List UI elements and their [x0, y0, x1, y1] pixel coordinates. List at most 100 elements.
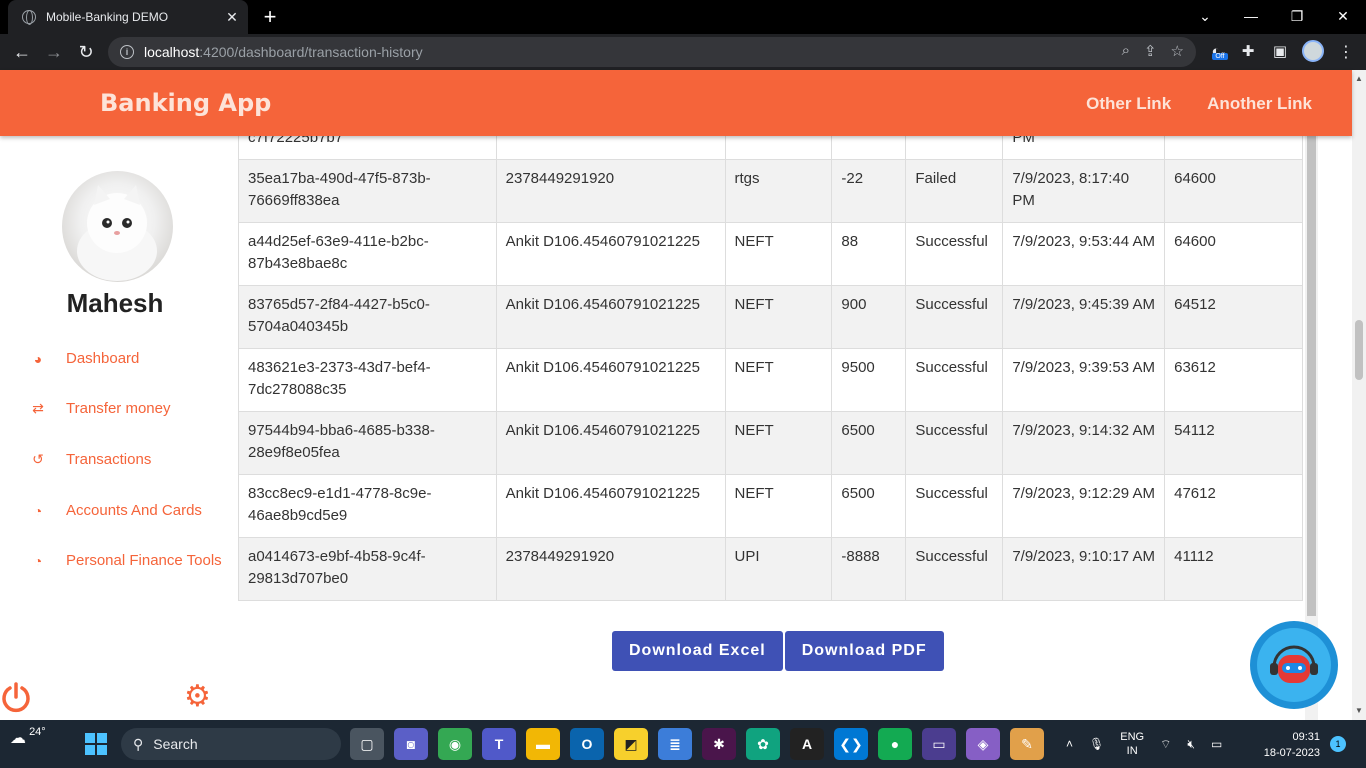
table-row: a0414673-e9bf-4b58-9c4f-29813d707be0 2378…: [238, 537, 1303, 601]
table-row: 83765d57-2f84-4427-b5c0-5704a040345b Anki…: [238, 285, 1303, 349]
clock-date: 18-07-2023: [1263, 747, 1320, 759]
bookmark-star-icon[interactable]: ☆: [1171, 42, 1184, 60]
browser-tab[interactable]: Mobile-Banking DEMO ✕: [8, 0, 248, 34]
table-scrollbar-thumb[interactable]: [1307, 136, 1316, 616]
extensions-area: ◐ Off ✚ ▣: [1206, 40, 1324, 62]
minimize-button[interactable]: —: [1228, 0, 1274, 32]
search-icon: ⚲: [133, 735, 144, 752]
balance-cell: 64600: [1164, 159, 1303, 223]
address-bar[interactable]: i localhost:4200/dashboard/transaction-h…: [108, 37, 1196, 67]
close-window-button[interactable]: ✕: [1320, 0, 1366, 32]
zoom-icon[interactable]: ⌕: [1122, 42, 1130, 60]
tab-search-icon[interactable]: ⌄: [1182, 0, 1228, 32]
table-row: 83cc8ec9-e1d1-4778-8c9e-46ae8b9cd5e9 Anki…: [238, 474, 1303, 538]
beneficiary-cell: Ankit D106.45460791021225: [495, 222, 726, 286]
chatbot-button[interactable]: [1250, 621, 1338, 709]
tools-icon[interactable]: ✎: [1010, 728, 1044, 760]
nav-other-link[interactable]: Other Link: [1086, 94, 1171, 114]
window-controls: ⌄ — ❐ ✕: [1182, 0, 1366, 34]
new-tab-button[interactable]: +: [258, 4, 282, 30]
table-row: bdd6684f-6617-48d9-b707-c7f72225b7b72378…: [238, 136, 1303, 160]
transaction-id-cell: a44d25ef-63e9-411e-b2bc-87b43e8bae8c: [238, 222, 497, 286]
forward-button[interactable]: →: [42, 40, 66, 64]
page-scrollbar-thumb[interactable]: [1355, 320, 1363, 380]
nav-another-link[interactable]: Another Link: [1207, 94, 1312, 114]
app-a-icon[interactable]: A: [790, 728, 824, 760]
status-cell: Successful: [905, 474, 1004, 538]
battery-icon[interactable]: ▭: [1211, 737, 1222, 751]
start-button-icon[interactable]: [85, 733, 107, 755]
page-scrollbar[interactable]: ▲ ▼: [1352, 70, 1366, 720]
download-pdf-button[interactable]: Download PDF: [784, 631, 944, 671]
sidebar-item-transactions[interactable]: ↺ Transactions: [30, 451, 151, 468]
settings-gear-icon[interactable]: ⚙: [184, 681, 216, 713]
volume-muted-icon[interactable]: 🔇︎: [1187, 737, 1195, 752]
transfer-type-cell: NEFT: [724, 348, 833, 412]
visual-studio-icon[interactable]: ◈: [966, 728, 1000, 760]
task-view-icon[interactable]: ▢: [350, 728, 384, 760]
language-code: ENG: [1120, 731, 1145, 743]
chevron-up-icon[interactable]: ˄: [1066, 737, 1073, 751]
mongodb-icon[interactable]: ●: [878, 728, 912, 760]
amount-cell: 900: [831, 285, 907, 349]
transfer-type-cell: NEFT: [724, 285, 833, 349]
beneficiary-cell: Ankit D106.45460791021225: [495, 348, 726, 412]
notepad-icon[interactable]: ≣: [658, 728, 692, 760]
profile-avatar[interactable]: [1302, 40, 1324, 62]
wifi-icon[interactable]: ⌔: [1160, 737, 1171, 752]
file-explorer-icon[interactable]: ▬: [526, 728, 560, 760]
taskbar-search[interactable]: ⚲ Search: [121, 728, 341, 760]
sidebar-item-accounts-and-cards[interactable]: ◔ Accounts And Cards: [30, 502, 202, 519]
timestamp-cell: 7/9/2023, 9:53:44 AM: [1002, 222, 1166, 286]
back-button[interactable]: ←: [10, 40, 34, 64]
close-tab-icon[interactable]: ✕: [222, 9, 242, 26]
transaction-id-cell: 35ea17ba-490d-47f5-873b-76669ff838ea: [238, 159, 497, 223]
notification-badge[interactable]: 1: [1330, 736, 1346, 752]
scroll-up-arrow[interactable]: ▲: [1352, 74, 1366, 83]
brand-title[interactable]: Banking App: [100, 89, 271, 117]
microphone-icon[interactable]: 🎙︎: [1089, 737, 1104, 751]
beneficiary-cell: Ankit D106.45460791021225: [495, 285, 726, 349]
balance-cell: 64600: [1164, 222, 1303, 286]
extension-off-icon[interactable]: ◐ Off: [1206, 43, 1228, 60]
transaction-id-cell: 83cc8ec9-e1d1-4778-8c9e-46ae8b9cd5e9: [238, 474, 497, 538]
share-icon[interactable]: ⇪: [1144, 42, 1157, 60]
power-icon[interactable]: [0, 681, 32, 713]
site-info-icon[interactable]: i: [120, 45, 134, 59]
download-excel-button[interactable]: Download Excel: [612, 631, 783, 671]
meet-icon[interactable]: ◙: [394, 728, 428, 760]
system-clock[interactable]: 09:31 18-07-2023: [1264, 729, 1320, 761]
terminal-icon[interactable]: ▭: [922, 728, 956, 760]
side-panel-icon[interactable]: ▣: [1270, 42, 1290, 60]
status-cell: Successful: [905, 411, 1004, 475]
sidebar-item-dashboard[interactable]: ◕ Dashboard: [30, 350, 140, 367]
maximize-button[interactable]: ❐: [1274, 0, 1320, 32]
temperature: 24°: [29, 726, 46, 738]
reload-button[interactable]: ↻: [74, 40, 98, 64]
sticky-notes-icon[interactable]: ◩: [614, 728, 648, 760]
beneficiary-cell: 2378449291920: [495, 537, 726, 601]
weather-widget[interactable]: ☁ 24°: [10, 726, 46, 748]
vscode-icon[interactable]: ❮❯: [834, 728, 868, 760]
puzzle-extensions-icon[interactable]: ✚: [1238, 42, 1258, 60]
sidebar-item-label: Personal Finance Tools: [66, 552, 222, 569]
language-indicator[interactable]: ENG IN: [1120, 730, 1144, 758]
timestamp-cell: 7/9/2023, 8:17:40 PM: [1002, 159, 1166, 223]
beneficiary-cell: Ankit D106.45460791021225: [495, 474, 726, 538]
teams-icon[interactable]: T: [482, 728, 516, 760]
scroll-down-arrow[interactable]: ▼: [1352, 706, 1366, 715]
transfer-type-cell: rtgs: [724, 136, 833, 160]
sidebar-item-personal-finance-tools[interactable]: ◔ Personal Finance Tools: [30, 552, 222, 569]
timestamp-cell: 7/9/2023, 9:14:32 AM: [1002, 411, 1166, 475]
sidebar-item-transfer-money[interactable]: ⇄ Transfer money: [30, 400, 170, 417]
chrome-icon[interactable]: ◉: [438, 728, 472, 760]
browser-menu-icon[interactable]: ⋮: [1338, 42, 1354, 62]
chatgpt-icon[interactable]: ✿: [746, 728, 780, 760]
transaction-id-cell: 97544b94-bba6-4685-b338-28e9f8e05fea: [238, 411, 497, 475]
table-row: 97544b94-bba6-4685-b338-28e9f8e05fea Anki…: [238, 411, 1303, 475]
slack-icon[interactable]: ✱: [702, 728, 736, 760]
globe-icon: [22, 10, 36, 25]
transaction-history-panel: bdd6684f-6617-48d9-b707-c7f72225b7b72378…: [238, 136, 1352, 720]
outlook-icon[interactable]: O: [570, 728, 604, 760]
sidebar: Mahesh ◕ Dashboard ⇄ Transfer money ↺ Tr…: [0, 136, 238, 720]
